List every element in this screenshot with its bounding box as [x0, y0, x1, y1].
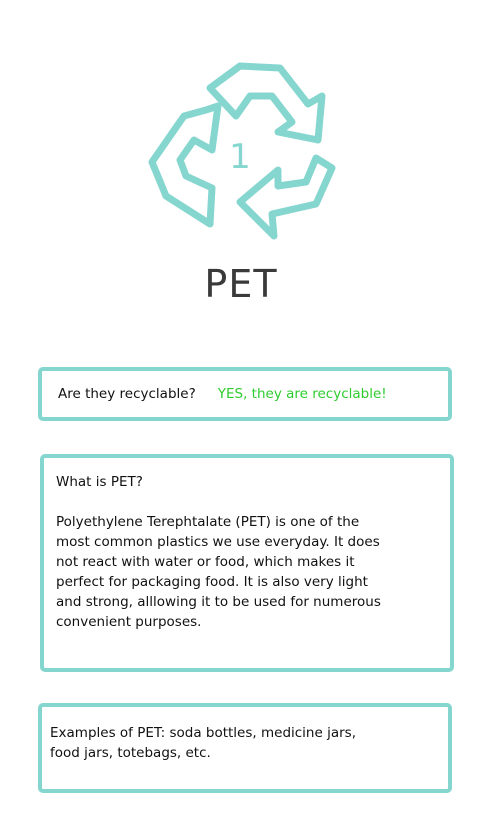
- info-heading: What is PET?: [56, 474, 143, 490]
- info-body: Polyethylene Terephtalate (PET) is one o…: [56, 514, 381, 630]
- page-title: PET: [204, 262, 278, 306]
- recycle-logo: 1: [140, 58, 342, 248]
- recyclable-card: Are they recyclable? YES, they are recyc…: [38, 367, 452, 421]
- examples-card: Examples of PET: soda bottles, medicine …: [38, 703, 452, 793]
- recyclable-answer: YES, they are recyclable!: [217, 386, 387, 402]
- resin-code-number: 1: [229, 137, 251, 177]
- recycle-icon: 1: [148, 62, 336, 240]
- info-card: What is PET? Polyethylene Terephtalate (…: [40, 454, 454, 672]
- recyclable-question: Are they recyclable?: [58, 386, 196, 402]
